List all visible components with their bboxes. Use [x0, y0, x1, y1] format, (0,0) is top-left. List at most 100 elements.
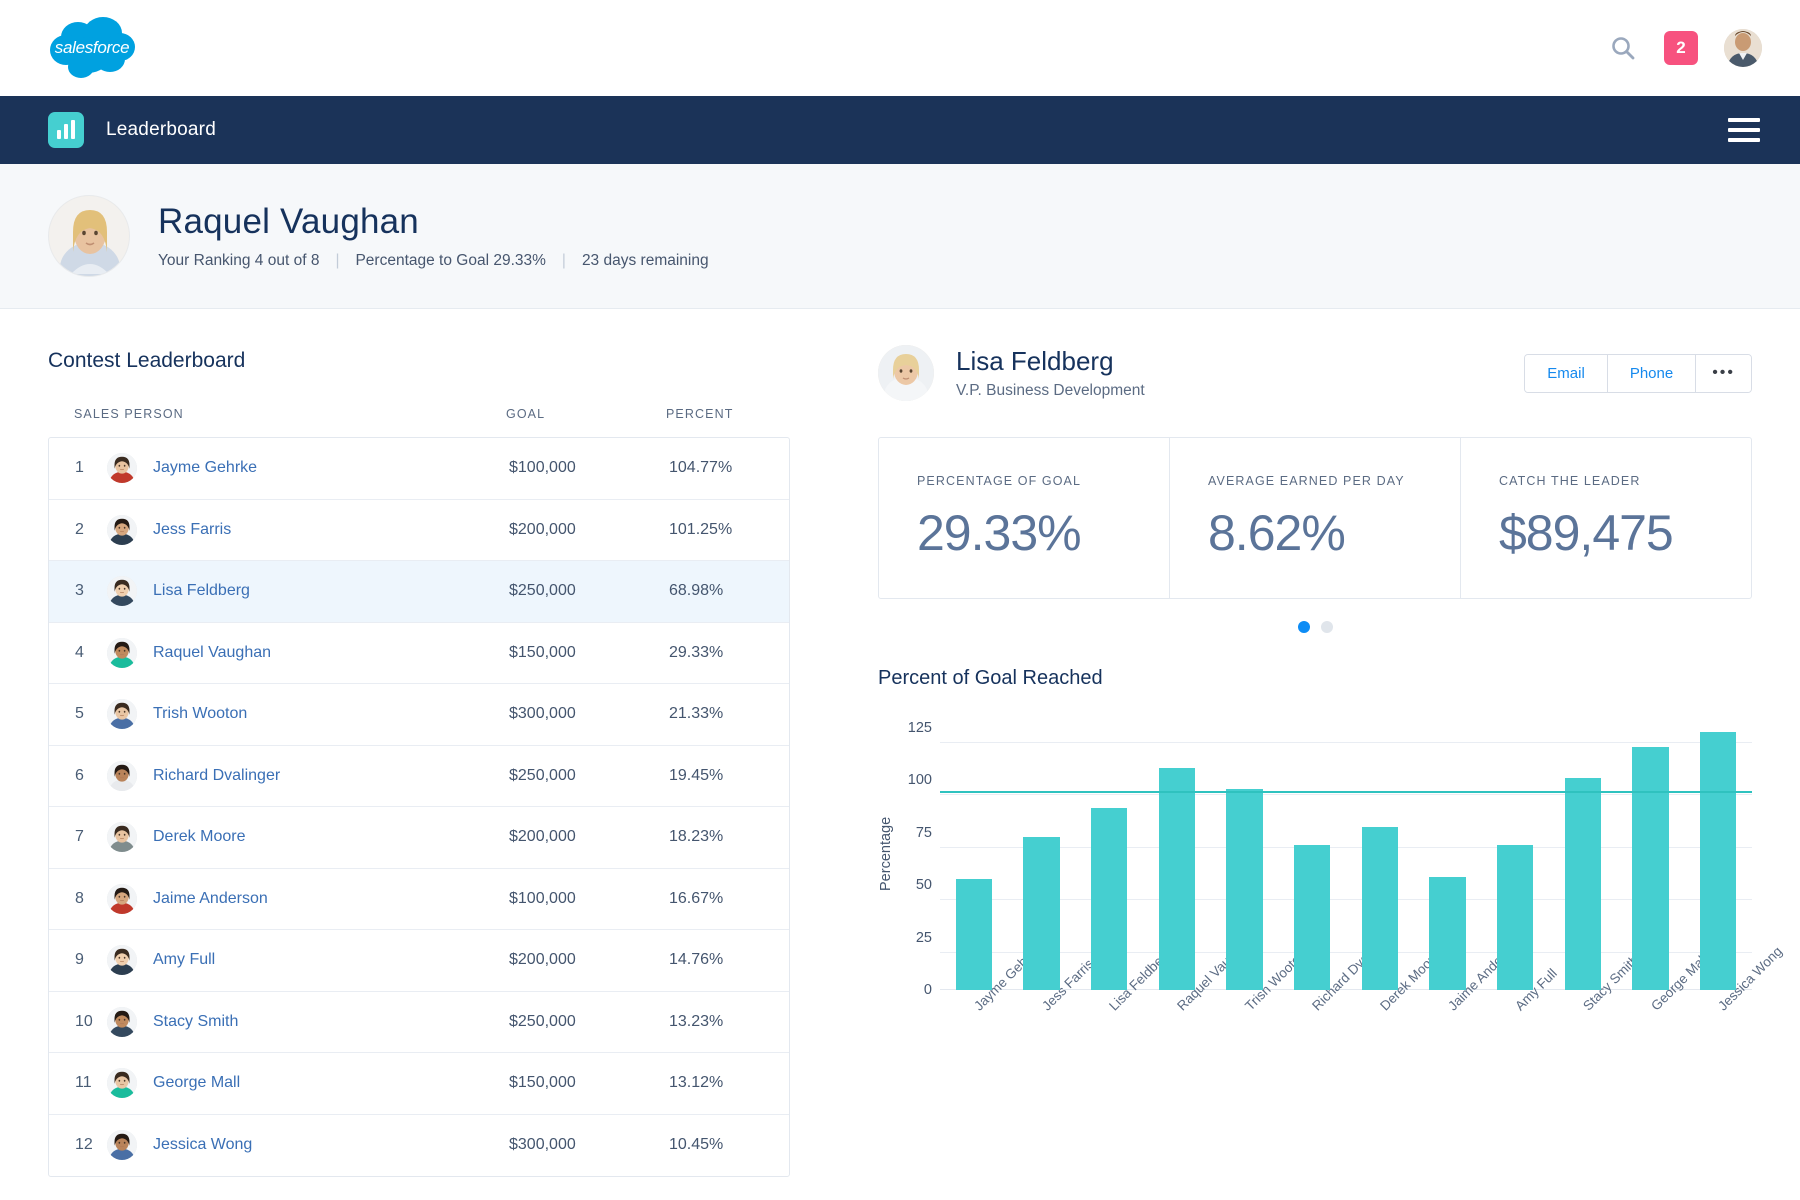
row-avatar: [107, 1068, 137, 1099]
chart-y-tick: 75: [915, 824, 932, 841]
row-goal: $300,000: [509, 705, 576, 723]
row-rank: 4: [75, 643, 84, 661]
chart-bar-slot: [1143, 718, 1211, 990]
chart-bar[interactable]: [1226, 788, 1263, 990]
hamburger-menu-icon[interactable]: [1728, 118, 1760, 142]
leaderboard-panel: Contest Leaderboard SALES PERSON GOAL PE…: [0, 309, 838, 1199]
chart-x-slot: Derek Moore: [1346, 948, 1443, 1110]
row-percent: 10.45%: [669, 1136, 724, 1154]
table-row[interactable]: 2 Jess Farris $200,000 101.25%: [49, 500, 789, 561]
row-percent: 101.25%: [669, 520, 733, 538]
carousel-dot[interactable]: [1297, 621, 1310, 633]
chart-bar-slot: [1008, 718, 1076, 990]
kpi-card: AVERAGE EARNED PER DAY 8.62%: [1170, 438, 1461, 598]
table-row[interactable]: 6 Richard Dvalinger $250,000 19.45%: [49, 746, 789, 807]
profile-hero: Raquel Vaughan Your Ranking 4 out of 8 |…: [0, 164, 1800, 309]
chart-x-slot: Amy Full: [1481, 966, 1560, 1110]
row-percent: 68.98%: [669, 582, 724, 600]
row-name[interactable]: Jayme Gehrke: [153, 459, 509, 477]
chart-bar-slot: [1346, 718, 1414, 990]
table-row[interactable]: 4 Raquel Vaughan $150,000 29.33%: [49, 623, 789, 684]
salesforce-logo[interactable]: salesforce: [48, 17, 136, 79]
chart-bar[interactable]: [1090, 807, 1128, 990]
row-name[interactable]: Lisa Feldberg: [153, 582, 509, 600]
row-goal: $200,000: [509, 828, 576, 846]
chart-bar[interactable]: [1429, 876, 1466, 990]
chart-bar[interactable]: [955, 878, 993, 990]
row-avatar: [107, 1006, 137, 1037]
carousel-dots: [878, 621, 1752, 633]
person-name: Lisa Feldberg: [956, 346, 1114, 376]
column-header-goal: GOAL: [506, 407, 546, 421]
row-goal: $200,000: [509, 520, 576, 538]
person-identity: Lisa Feldberg V.P. Business Development: [956, 346, 1145, 400]
chart-bar-slot: [1075, 718, 1143, 990]
row-name[interactable]: Raquel Vaughan: [153, 644, 509, 662]
row-name[interactable]: Trish Wooton: [153, 705, 509, 723]
table-row[interactable]: 12 Jessica Wong $300,000 10.45%: [49, 1115, 789, 1177]
row-name[interactable]: Richard Dvalinger: [153, 767, 509, 785]
chart-bar-slot: [1278, 718, 1346, 990]
row-percent: 104.77%: [669, 459, 733, 477]
hero-avatar: [48, 195, 130, 277]
row-name[interactable]: Amy Full: [153, 951, 509, 969]
table-row[interactable]: 3 Lisa Feldberg $250,000 68.98%: [49, 561, 789, 623]
row-goal: $300,000: [509, 1136, 576, 1154]
row-rank: 9: [75, 951, 84, 969]
row-name[interactable]: Jess Farris: [153, 521, 509, 539]
chart-bar[interactable]: [1699, 732, 1737, 990]
top-bar: salesforce 2: [0, 0, 1800, 96]
row-avatar: [107, 637, 137, 668]
row-rank: 8: [75, 889, 84, 907]
row-avatar: [107, 576, 137, 607]
row-name[interactable]: Stacy Smith: [153, 1013, 509, 1031]
kpi-card: PERCENTAGE OF GOAL 29.33%: [879, 438, 1170, 598]
kpi-value: $89,475: [1499, 505, 1674, 561]
chart-x-slot: Richard Dvalinger: [1278, 927, 1395, 1110]
leaderboard-table: 1 Jayme Gehrke $100,000 104.77% 2 Jess Farris…: [48, 437, 790, 1177]
content-body: Contest Leaderboard SALES PERSON GOAL PE…: [0, 309, 1800, 1199]
carousel-dot[interactable]: [1320, 621, 1333, 633]
table-row[interactable]: 9 Amy Full $200,000 14.76%: [49, 930, 789, 992]
chart-bars: [940, 718, 1752, 990]
table-row[interactable]: 1 Jayme Gehrke $100,000 104.77%: [49, 438, 789, 500]
person-role: V.P. Business Development: [956, 382, 1145, 399]
row-name[interactable]: George Mall: [153, 1074, 509, 1092]
chart-bar[interactable]: [1496, 845, 1534, 990]
kpi-cards: PERCENTAGE OF GOAL 29.33% AVERAGE EARNED P…: [878, 437, 1752, 599]
table-row[interactable]: 5 Trish Wooton $300,000 21.33%: [49, 684, 789, 746]
chart-y-tick: 50: [915, 877, 932, 894]
chart-x-slot: Stacy Smith: [1549, 952, 1642, 1110]
row-name[interactable]: Jessica Wong: [153, 1136, 509, 1154]
kpi-value: 29.33%: [917, 505, 1082, 561]
chart-bar[interactable]: [1293, 845, 1331, 990]
phone-button[interactable]: Phone: [1607, 354, 1697, 392]
hero-days-remaining: 23 days remaining: [581, 252, 709, 269]
chart-bar[interactable]: [1564, 778, 1602, 990]
table-row[interactable]: 10 Stacy Smith $250,000 13.23%: [49, 992, 789, 1053]
avatar[interactable]: [1724, 29, 1762, 67]
person-header: Lisa Feldberg V.P. Business Development …: [878, 345, 1752, 401]
more-options-button[interactable]: •••: [1696, 354, 1751, 392]
table-row[interactable]: 8 Jaime Anderson $100,000 16.67%: [49, 869, 789, 930]
chart-bar[interactable]: [1023, 837, 1060, 990]
row-rank: 5: [75, 705, 84, 723]
table-row[interactable]: 11 George Mall $150,000 13.12%: [49, 1053, 789, 1115]
row-rank: 12: [75, 1136, 93, 1154]
chart-x-slot: Jayme Gehrke: [940, 941, 1044, 1110]
notification-badge[interactable]: 2: [1664, 31, 1698, 65]
page-title: Raquel Vaughan: [158, 202, 419, 241]
row-name[interactable]: Derek Moore: [153, 828, 509, 846]
chart-plot-area: Jayme Gehrke Jess Farris Lisa Feldberg Raqu…: [940, 718, 1785, 1013]
email-button[interactable]: Email: [1525, 354, 1608, 392]
chart-bar[interactable]: [1361, 826, 1399, 990]
row-avatar: [107, 1130, 137, 1161]
row-name[interactable]: Jaime Anderson: [153, 890, 509, 908]
chart-bar[interactable]: [1158, 767, 1196, 990]
table-row[interactable]: 7 Derek Moore $200,000 18.23%: [49, 807, 789, 869]
search-icon[interactable]: [1608, 33, 1638, 63]
row-rank: 7: [75, 828, 84, 846]
chart-bar[interactable]: [1632, 746, 1669, 990]
kpi-label: AVERAGE EARNED PER DAY: [1208, 474, 1405, 488]
row-rank: 10: [75, 1012, 93, 1030]
